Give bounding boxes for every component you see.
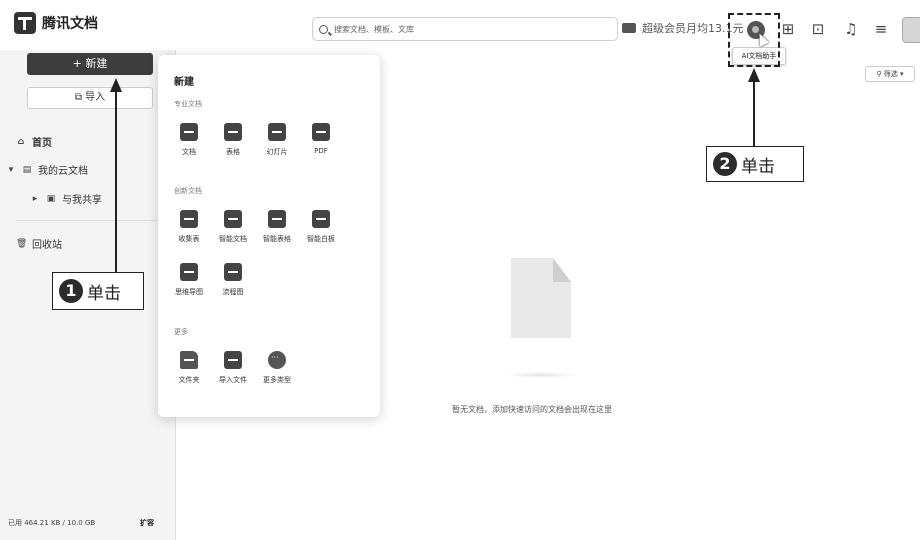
new-flowchart-item[interactable]: 流程图 [215, 263, 251, 297]
new-smart-sheet-item[interactable]: 智能表格 [259, 210, 295, 244]
empty-illustration-shadow [506, 372, 576, 378]
logo-icon [14, 12, 36, 34]
vip-promo[interactable]: 超级会员月均13.1元 [622, 20, 744, 36]
sidebar-item-label: 首页 [32, 138, 52, 149]
filter-label: 筛选 [883, 70, 898, 78]
more-icon [268, 351, 286, 369]
trash-icon: 🗑 [16, 238, 28, 249]
apps-grid-icon[interactable]: ⊞ [779, 20, 797, 38]
tile-label: 智能表格 [263, 235, 291, 243]
section-title: 专业文档 [174, 100, 202, 108]
doc-icon: ▤ [22, 164, 32, 175]
search-input[interactable]: 搜索文档、模板、文库 [312, 17, 618, 41]
sidebar-item-trash[interactable]: 🗑 回收站 [16, 236, 62, 252]
storage-usage: 已用 464.21 KB / 10.0 GB [8, 519, 96, 527]
folder-icon [180, 351, 198, 369]
menu-icon[interactable]: ≡ [872, 20, 890, 38]
new-button[interactable]: + 新建 [27, 53, 153, 75]
import-button[interactable]: ⧉ 导入 [27, 87, 153, 109]
tile-label: 智能文档 [219, 235, 247, 243]
new-doc-item[interactable]: 文档 [171, 123, 207, 157]
step-number: 1 [59, 279, 83, 303]
new-sheet-item[interactable]: 表格 [215, 123, 251, 157]
tile-label: 流程图 [222, 288, 244, 296]
callout-step-2: 2 单击 [706, 146, 804, 182]
import-label: 导入 [85, 92, 106, 103]
tile-label: 收集表 [178, 235, 200, 243]
tile-label: 文档 [182, 148, 196, 156]
callout-step-1: 1 单击 [52, 272, 144, 310]
sidebar-item-label: 与我共享 [62, 195, 102, 206]
new-pdf-item[interactable]: PDF [303, 123, 339, 155]
app-logo[interactable]: 腾讯文档 [14, 12, 98, 34]
new-folder-item[interactable]: 文件夹 [171, 351, 207, 385]
callout-text: 单击 [741, 156, 775, 177]
flowchart-icon [224, 263, 242, 281]
tile-label: 文件夹 [178, 376, 200, 384]
slide-icon [268, 123, 286, 141]
tile-label: PDF [314, 147, 328, 155]
callout-line [115, 90, 117, 272]
smart-sheet-icon [268, 210, 286, 228]
chevron-down-icon: ▾ [8, 164, 14, 175]
filter-icon: ⚲ [876, 70, 884, 78]
new-slide-item[interactable]: 幻灯片 [259, 123, 295, 157]
new-mindmap-item[interactable]: 思维导图 [171, 263, 207, 297]
filter-button[interactable]: ⚲ 筛选 ▾ [865, 66, 915, 82]
tile-label: 思维导图 [175, 288, 203, 296]
divider [16, 220, 166, 221]
sidebar-item-label: 我的云文档 [38, 166, 88, 177]
mindmap-icon [180, 263, 198, 281]
chevron-right-icon: ▸ [32, 193, 38, 204]
panel-title: 新建 [174, 77, 194, 88]
expand-storage-link[interactable]: 扩容 [140, 518, 154, 528]
new-dropdown-panel: 新建 专业文档 文档 表格 幻灯片 PDF 创新文档 收集表 智能文档 智能表格… [158, 55, 380, 417]
empty-document-fold [553, 258, 571, 282]
section-title: 创新文档 [174, 187, 202, 195]
video-icon[interactable]: ⊡ [809, 20, 827, 38]
folder-icon: ▣ [46, 193, 56, 204]
home-icon: ⌂ [17, 136, 25, 147]
bell-icon[interactable]: ♫ [842, 20, 860, 38]
app-title: 腾讯文档 [42, 16, 98, 32]
empty-state-text: 暂无文档，添加快速访问的文档会出现在这里 [452, 405, 612, 414]
section-title: 更多 [174, 328, 188, 336]
sidebar-item-label: 回收站 [32, 240, 62, 251]
import-file-item[interactable]: 导入文件 [215, 351, 251, 385]
form-icon [180, 210, 198, 228]
whiteboard-icon [312, 210, 330, 228]
pdf-icon [312, 123, 330, 141]
import-icon: ⧉ [74, 92, 86, 103]
avatar[interactable] [902, 17, 920, 43]
search-icon [319, 24, 328, 34]
smart-doc-icon [224, 210, 242, 228]
import-file-icon [224, 351, 242, 369]
doc-icon [180, 123, 198, 141]
tile-label: 导入文件 [219, 376, 247, 384]
sidebar-item-mycloud[interactable]: ▾ ▤ 我的云文档 [6, 162, 88, 178]
callout-line [753, 80, 755, 146]
sheet-icon [224, 123, 242, 141]
new-smart-doc-item[interactable]: 智能文档 [215, 210, 251, 244]
new-whiteboard-item[interactable]: 智能白板 [303, 210, 339, 244]
highlight-box [728, 13, 780, 67]
sidebar-item-home[interactable]: ⌂ 首页 [16, 134, 52, 150]
tile-label: 智能白板 [307, 235, 335, 243]
search-placeholder: 搜索文档、模板、文库 [334, 24, 414, 34]
step-number: 2 [713, 152, 737, 176]
tile-label: 更多类型 [263, 376, 291, 384]
new-form-item[interactable]: 收集表 [171, 210, 207, 244]
tile-label: 表格 [226, 148, 240, 156]
sidebar-item-shared[interactable]: ▸ ▣ 与我共享 [30, 191, 102, 207]
more-types-item[interactable]: 更多类型 [259, 351, 295, 385]
vip-icon [622, 23, 636, 33]
tile-label: 幻灯片 [266, 148, 288, 156]
callout-text: 单击 [87, 283, 121, 304]
